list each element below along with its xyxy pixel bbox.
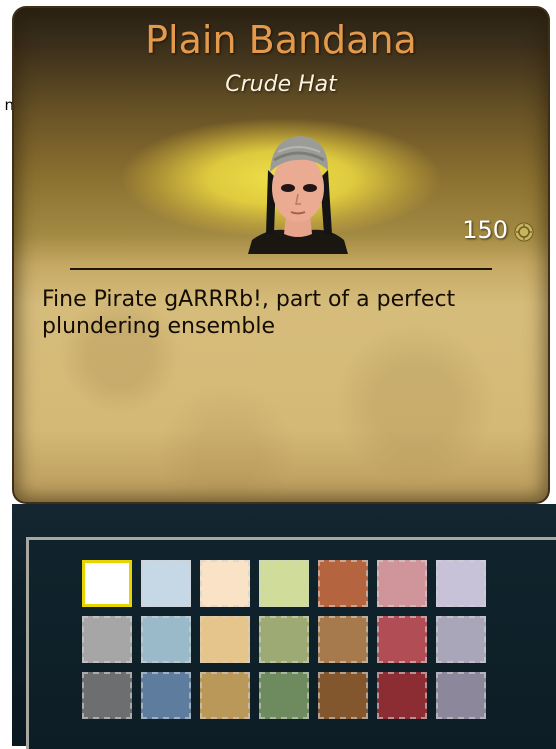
item-price: 150 bbox=[462, 216, 534, 244]
divider bbox=[70, 268, 492, 270]
color-swatch[interactable] bbox=[318, 560, 368, 607]
color-swatch[interactable] bbox=[259, 616, 309, 663]
color-swatch[interactable] bbox=[141, 672, 191, 719]
color-swatch[interactable] bbox=[82, 672, 132, 719]
color-swatch[interactable] bbox=[200, 616, 250, 663]
color-swatch[interactable] bbox=[318, 672, 368, 719]
color-swatch[interactable] bbox=[259, 672, 309, 719]
color-swatch[interactable] bbox=[82, 616, 132, 663]
character-portrait bbox=[248, 136, 348, 254]
item-name: Plain Bandana bbox=[145, 18, 417, 62]
color-swatch[interactable] bbox=[436, 560, 486, 607]
item-type: Crude Hat bbox=[225, 72, 337, 97]
color-swatch[interactable] bbox=[141, 616, 191, 663]
color-swatch[interactable] bbox=[82, 560, 132, 607]
item-tooltip-card: Plain Bandana Crude Hat 150 Fine Pirate … bbox=[12, 6, 550, 504]
color-swatch[interactable] bbox=[436, 616, 486, 663]
color-swatch[interactable] bbox=[318, 616, 368, 663]
item-description: Fine Pirate gARRRb!, part of a perfect p… bbox=[42, 287, 456, 339]
color-swatch[interactable] bbox=[436, 672, 486, 719]
color-swatch[interactable] bbox=[141, 560, 191, 607]
color-swatch[interactable] bbox=[377, 616, 427, 663]
color-swatch[interactable] bbox=[200, 560, 250, 607]
color-swatch[interactable] bbox=[200, 672, 250, 719]
color-swatch[interactable] bbox=[259, 560, 309, 607]
color-swatch-grid bbox=[82, 560, 486, 719]
price-value: 150 bbox=[462, 216, 508, 244]
gold-coin-icon bbox=[514, 220, 534, 242]
color-swatch[interactable] bbox=[377, 560, 427, 607]
color-swatch[interactable] bbox=[377, 672, 427, 719]
